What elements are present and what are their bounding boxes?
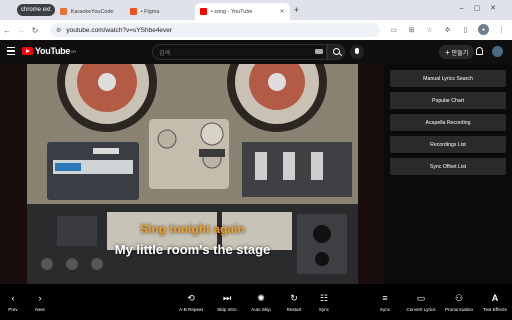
karaoke-control-bar: ‹ Prev › Next ⟲ A-B Repeat ⏭ Skip Intro … <box>0 284 512 320</box>
close-tab-icon[interactable]: ✕ <box>280 8 285 15</box>
tab-figma[interactable]: • Figma <box>125 3 195 20</box>
profile-avatar-icon[interactable]: ● <box>478 24 489 35</box>
create-label: 만들기 <box>451 50 469 57</box>
plus-icon: + <box>445 47 450 57</box>
figma-favicon-icon <box>129 8 137 15</box>
back-icon[interactable]: ← <box>0 26 14 35</box>
pronunciation-button[interactable]: ⚇ Pronunciation <box>442 284 476 320</box>
window-controls-icon[interactable]: –▢✕ <box>460 4 506 12</box>
logo-region: KR <box>71 48 77 54</box>
convert-lyrics-button[interactable]: ▭ Convert Lyrics <box>404 284 438 320</box>
control-label: Next <box>35 306 45 312</box>
tab-title: KaraokeYouCode <box>70 8 114 15</box>
sync-button[interactable]: ☷ Sync <box>313 284 335 320</box>
sync-bars-button[interactable]: ≡ Sync <box>374 284 396 320</box>
auto-skip-icon: ✺ <box>257 292 265 303</box>
control-label: Text Effects <box>483 306 507 312</box>
translate-icon[interactable]: ⊞ <box>406 24 417 35</box>
sync-bars-icon: ≡ <box>382 292 388 303</box>
site-info-icon[interactable]: ⚙ <box>56 27 61 34</box>
karaoke-side-panel: Manual Lyrics Search Popular Chart Acape… <box>384 64 512 284</box>
skip-forward-icon: ⏭ <box>222 292 232 303</box>
control-label: Restart <box>286 306 302 312</box>
repeat-icon: ⟲ <box>187 292 195 303</box>
chevron-left-icon: ‹ <box>11 292 15 303</box>
control-label: A-B Repeat <box>179 306 203 312</box>
tab-title: • Figma <box>140 8 160 15</box>
keyboard-icon[interactable] <box>315 49 323 54</box>
url-text: youtube.com/watch?v=sYShbe4ever <box>66 26 173 34</box>
voice-search-button[interactable] <box>350 45 364 59</box>
notifications-bell-icon[interactable] <box>476 47 483 55</box>
control-label: Skip Intro <box>217 306 237 312</box>
restart-button[interactable]: ↻ Restart <box>282 284 306 320</box>
chevron-right-icon: › <box>38 292 42 303</box>
sliders-icon: ☷ <box>319 292 329 303</box>
restart-icon: ↻ <box>290 292 298 303</box>
control-label: Sync <box>318 306 330 312</box>
profile-chip[interactable]: chrome ext <box>17 4 55 16</box>
chrome-menu-icon[interactable]: ⋮ <box>496 24 507 35</box>
forward-icon[interactable]: → <box>14 26 28 35</box>
cast-icon[interactable]: ▭ <box>388 24 399 35</box>
bookmark-star-icon[interactable]: ☆ <box>424 24 435 35</box>
convert-icon: ▭ <box>416 292 426 303</box>
extensions-icon[interactable]: ✲ <box>442 24 453 35</box>
people-icon: ⚇ <box>454 292 464 303</box>
account-avatar[interactable] <box>492 46 503 57</box>
next-lyric-line: Sing tonight again <box>140 222 245 236</box>
reload-icon[interactable]: ↻ <box>28 26 42 35</box>
search-button[interactable] <box>327 44 345 60</box>
text-effects-button[interactable]: A Text Effects <box>480 284 510 320</box>
tab-karaoke[interactable]: KaraokeYouCode <box>55 3 125 20</box>
recordings-list-button[interactable]: Recordings List <box>390 136 506 153</box>
control-label: Pronunciation <box>444 306 474 312</box>
youtube-favicon-icon <box>199 8 207 15</box>
url-field[interactable]: ⚙ youtube.com/watch?v=sYShbe4ever <box>50 23 380 37</box>
text-effects-icon: A <box>491 292 499 303</box>
side-panel-icon[interactable]: ▯ <box>460 24 471 35</box>
acapella-recording-button[interactable]: Acapella Recording <box>390 114 506 131</box>
skip-intro-button[interactable]: ⏭ Skip Intro <box>213 284 241 320</box>
youtube-logo[interactable]: YouTube KR <box>22 46 76 56</box>
address-bar: ← → ↻ ⚙ youtube.com/watch?v=sYShbe4ever … <box>0 20 512 40</box>
sync-offset-list-button[interactable]: Sync Offset List <box>390 158 506 175</box>
popular-chart-button[interactable]: Popular Chart <box>390 92 506 109</box>
current-lyric-line: My little room's the stage <box>114 242 271 257</box>
control-label: Sync <box>379 306 391 312</box>
next-button[interactable]: › Next <box>31 284 49 320</box>
manual-lyrics-search-button[interactable]: Manual Lyrics Search <box>390 70 506 87</box>
create-button[interactable]: + 만들기 <box>439 45 475 59</box>
tab-youtube[interactable]: • song - YouTube ✕ <box>194 3 290 20</box>
logo-text: YouTube <box>35 46 71 56</box>
control-label: Auto Skip <box>251 306 271 312</box>
video-stage: Sing tonight again My little room's the … <box>0 64 512 284</box>
new-tab-icon[interactable]: + <box>294 5 299 15</box>
youtube-header: YouTube KR 검색 + 만들기 <box>0 40 512 64</box>
youtube-play-logo-icon <box>22 47 33 55</box>
control-label: Prev <box>8 306 18 312</box>
ab-repeat-button[interactable]: ⟲ A-B Repeat <box>176 284 206 320</box>
browser-tab-bar: chrome ext KaraokeYouCode • Figma • song… <box>0 0 512 20</box>
control-label: Convert Lyrics <box>406 306 436 312</box>
prev-button[interactable]: ‹ Prev <box>4 284 22 320</box>
hamburger-menu-icon[interactable] <box>7 47 15 55</box>
auto-skip-button[interactable]: ✺ Auto Skip <box>247 284 275 320</box>
karaoke-favicon-icon <box>59 8 67 15</box>
search-input[interactable]: 검색 <box>152 44 327 60</box>
tab-title: • song - YouTube <box>210 8 253 15</box>
